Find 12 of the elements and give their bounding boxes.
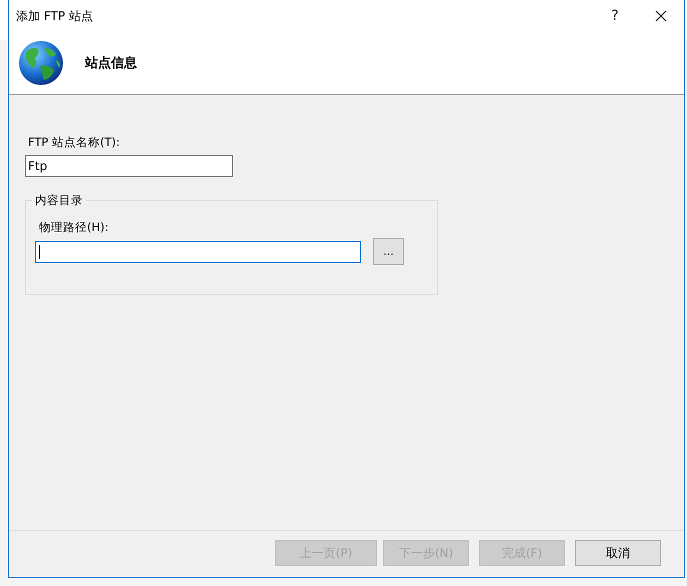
close-icon: [655, 10, 667, 22]
field-label: 物理路径(H):: [39, 220, 108, 235]
globe-icon: [18, 40, 64, 86]
window-title: 添加 FTP 站点: [16, 8, 94, 24]
site-name-field[interactable]: Ftp: [25, 155, 233, 177]
dialog-button[interactable]: 取消: [575, 540, 661, 566]
group-title: 内容目录: [32, 193, 86, 208]
path-field[interactable]: [35, 240, 361, 262]
page-title: 站点信息: [85, 55, 137, 72]
help-button[interactable]: ?: [592, 1, 638, 31]
browse-button[interactable]: ...: [373, 238, 404, 265]
field-label: FTP 站点名称(T):: [28, 135, 120, 150]
